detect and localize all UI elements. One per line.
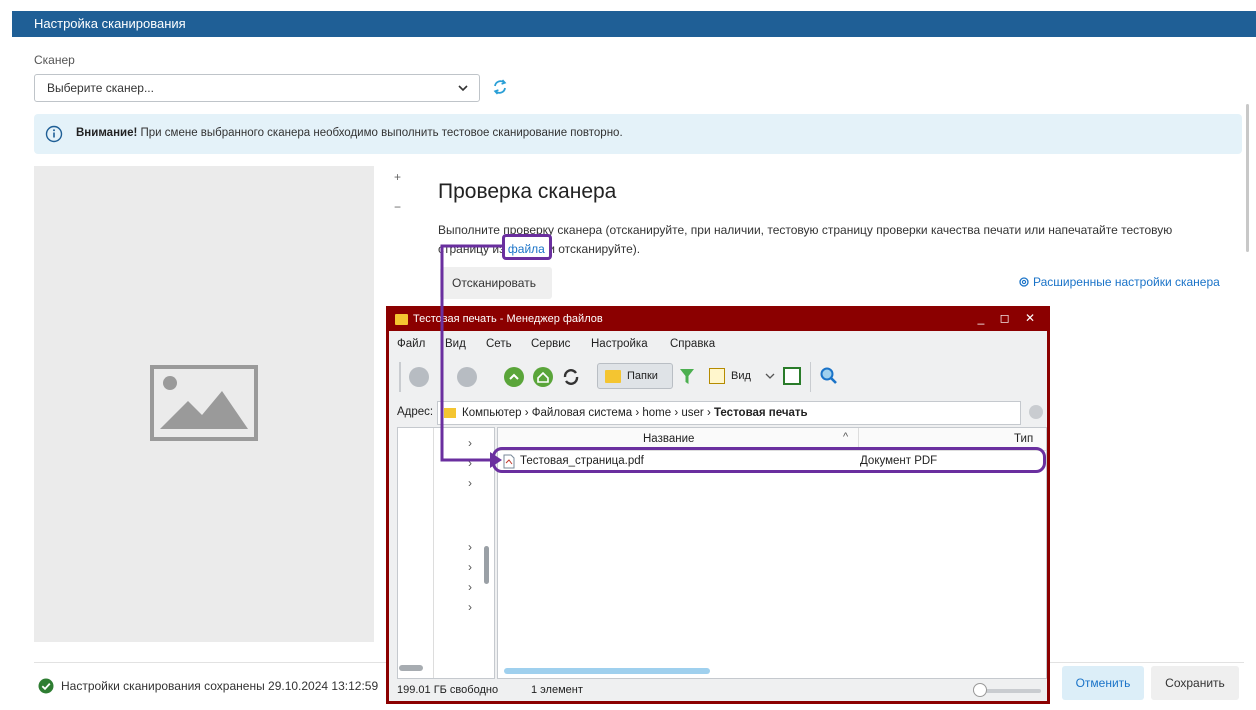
check-description: Выполните проверку сканера (отсканируйте… (438, 223, 1173, 256)
item-count: 1 элемент (531, 684, 583, 696)
breadcrumb-user[interactable]: user (681, 407, 703, 419)
menu-service[interactable]: Сервис (531, 338, 570, 350)
zoom-slider-handle[interactable] (973, 683, 987, 697)
search-icon[interactable] (819, 366, 839, 386)
advanced-settings-link[interactable]: Расширенные настройки сканера (1018, 275, 1220, 289)
refresh-icon[interactable] (490, 77, 510, 97)
warning-alert: Внимание! При смене выбранного сканера н… (34, 114, 1242, 154)
check-circle-icon (38, 678, 54, 694)
image-placeholder-icon (150, 365, 258, 441)
check-title: Проверка сканера (438, 180, 617, 203)
tree-horizontal-scrollbar[interactable] (399, 665, 423, 671)
zoom-in-button[interactable]: + (394, 170, 401, 184)
address-label: Адрес: (397, 406, 434, 418)
tree-expander[interactable]: › (468, 560, 472, 574)
window-controls[interactable]: _ ◻ ✕ (978, 311, 1041, 325)
view-button-label[interactable]: Вид (731, 370, 751, 382)
alert-title: Внимание! (76, 127, 138, 139)
column-type[interactable]: Тип (1014, 433, 1033, 445)
menu-help[interactable]: Справка (670, 338, 715, 350)
saved-status-text: Настройки сканирования сохранены 29.10.2… (61, 679, 379, 693)
scan-preview (34, 166, 374, 642)
reload-icon[interactable] (561, 367, 581, 387)
tree-expander[interactable]: › (468, 476, 472, 490)
menu-settings[interactable]: Настройка (591, 338, 648, 350)
menu-file[interactable]: Файл (397, 338, 425, 350)
scanner-select[interactable]: Выберите сканер... (34, 74, 480, 102)
gear-icon (1019, 277, 1029, 287)
free-space: 199.01 ГБ свободно (397, 684, 499, 696)
view-icon[interactable] (709, 368, 725, 384)
back-icon[interactable] (409, 367, 429, 387)
info-icon (45, 125, 63, 143)
annotation-arrow (440, 244, 504, 468)
tree-scrollbar[interactable] (484, 546, 489, 584)
cancel-button[interactable]: Отменить (1062, 666, 1144, 700)
page-scrollbar[interactable] (1246, 104, 1249, 252)
address-go-icon[interactable] (1029, 405, 1043, 419)
file-manager-statusbar: 199.01 ГБ свободно 1 элемент (389, 681, 1047, 701)
breadcrumb-home[interactable]: home (642, 407, 671, 419)
save-button[interactable]: Сохранить (1151, 666, 1239, 700)
sort-ascending-icon: ^ (843, 431, 849, 443)
breadcrumb-filesystem[interactable]: Файловая система (532, 407, 632, 419)
scanner-label: Сканер (34, 53, 75, 67)
file-list-horizontal-scrollbar[interactable] (504, 668, 710, 674)
tree-expander[interactable]: › (468, 580, 472, 594)
split-view-icon[interactable] (783, 367, 801, 385)
highlight-file-row (492, 447, 1046, 473)
alert-text: При смене выбранного сканера необходимо … (137, 127, 623, 139)
page-header: Настройка сканирования (12, 11, 1256, 37)
folder-icon (605, 370, 621, 383)
breadcrumb-current[interactable]: Тестовая печать (714, 407, 808, 419)
folders-toggle-button[interactable]: Папки (597, 363, 673, 389)
chevron-down-icon[interactable] (765, 372, 775, 380)
chevron-down-icon (458, 85, 468, 92)
tree-expander[interactable]: › (468, 540, 472, 554)
home-icon[interactable] (533, 367, 553, 387)
column-name[interactable]: Название (643, 433, 694, 445)
address-bar[interactable]: Компьютер › Файловая система › home › us… (437, 401, 1021, 425)
filter-icon[interactable] (679, 367, 695, 387)
folder-icon (395, 314, 408, 325)
zoom-out-button[interactable]: − (394, 200, 401, 214)
page-title: Настройка сканирования (34, 16, 186, 31)
scanner-select-value: Выберите сканер... (47, 81, 154, 95)
tree-expander[interactable]: › (468, 600, 472, 614)
